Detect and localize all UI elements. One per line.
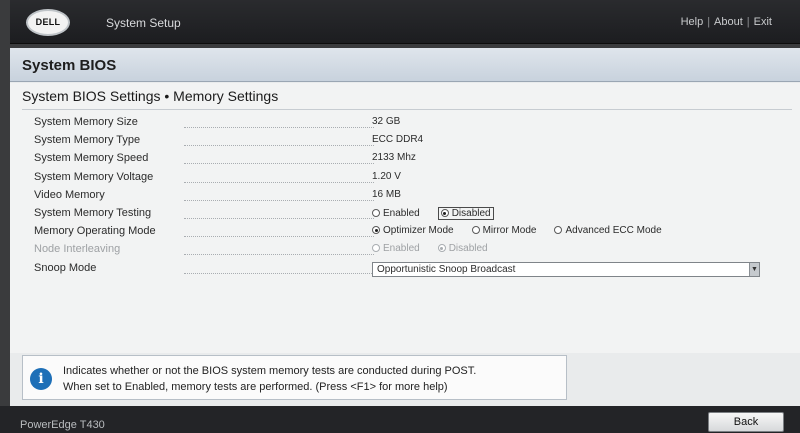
setting-value: 2133 Mhz: [372, 152, 416, 163]
setting-snoop-mode: Snoop Mode Opportunistic Snoop Broadcast…: [34, 262, 794, 279]
radio-optimizer-mode[interactable]: Optimizer Mode: [372, 225, 454, 236]
help-line: Indicates whether or not the BIOS system…: [63, 365, 477, 377]
radio-button-icon: [554, 226, 563, 234]
radio-advanced-ecc-mode[interactable]: Advanced ECC Mode: [554, 225, 662, 236]
app-title: System Setup: [106, 16, 181, 30]
setting-value: 32 GB: [372, 116, 401, 127]
footer-bar: PowerEdge T430 Back: [0, 406, 800, 433]
radio-label: Enabled: [383, 243, 420, 254]
leader-dots: [184, 200, 374, 201]
radio-group: Optimizer Mode Mirror Mode Advanced ECC Mo…: [372, 225, 680, 236]
exit-link[interactable]: Exit: [754, 16, 772, 28]
radio-button-icon: [471, 226, 480, 234]
radio-label: Enabled: [383, 208, 420, 219]
setting-memory-voltage: System Memory Voltage 1.20 V: [34, 171, 794, 188]
setting-label: Video Memory: [34, 189, 105, 201]
setting-memory-speed: System Memory Speed 2133 Mhz: [34, 152, 794, 169]
link-separator: |: [746, 16, 750, 28]
help-link[interactable]: Help: [681, 16, 704, 28]
dell-logo: DELL: [26, 9, 70, 36]
select-value: Opportunistic Snoop Broadcast: [377, 264, 516, 275]
radio-button-icon: [440, 209, 449, 217]
leader-dots: [184, 254, 374, 255]
radio-disabled[interactable]: Disabled: [437, 207, 494, 220]
top-links: Help | About | Exit: [681, 16, 772, 28]
setting-label: Node Interleaving: [34, 243, 121, 255]
setting-label: System Memory Type: [34, 134, 141, 146]
radio-button-icon: [372, 244, 380, 252]
setting-label: Memory Operating Mode: [34, 225, 156, 237]
radio-group: Enabled Disabled: [372, 207, 512, 220]
leader-dots: [184, 218, 374, 219]
setting-value: 16 MB: [372, 189, 401, 200]
settings-content: System BIOS Settings • Memory Settings S…: [10, 83, 800, 353]
radio-enabled: Enabled: [372, 243, 420, 254]
help-line: When set to Enabled, memory tests are pe…: [63, 381, 448, 393]
model-name: PowerEdge T430: [20, 419, 105, 431]
setting-memory-size: System Memory Size 32 GB: [34, 116, 794, 133]
main-panel: System BIOS System BIOS Settings • Memor…: [10, 48, 800, 406]
chevron-down-icon[interactable]: ▼: [749, 263, 759, 276]
leader-dots: [184, 145, 374, 146]
section-title: System BIOS Settings • Memory Settings: [22, 88, 792, 110]
radio-label: Optimizer Mode: [383, 225, 454, 236]
radio-label: Disabled: [448, 243, 488, 254]
setting-value: 1.20 V: [372, 171, 401, 182]
setting-label: System Memory Voltage: [34, 171, 154, 183]
setting-label: System Memory Speed: [34, 152, 149, 164]
leader-dots: [184, 182, 374, 183]
radio-button-icon: [437, 244, 446, 252]
leader-dots: [184, 127, 374, 128]
radio-enabled[interactable]: Enabled: [372, 208, 420, 219]
help-text: Indicates whether or not the BIOS system…: [63, 363, 476, 395]
info-icon: i: [30, 368, 52, 390]
panel-title: System BIOS: [10, 48, 800, 82]
leader-dots: [184, 273, 374, 274]
leader-dots: [184, 236, 374, 237]
setting-operating-mode: Memory Operating Mode Optimizer Mode Mirr…: [34, 225, 794, 242]
about-link[interactable]: About: [714, 16, 743, 28]
radio-disabled: Disabled: [437, 243, 488, 254]
help-box: i Indicates whether or not the BIOS syst…: [22, 355, 567, 400]
setting-label: System Memory Testing: [34, 207, 152, 219]
radio-button-icon: [372, 209, 380, 217]
radio-label: Mirror Mode: [482, 225, 537, 236]
setting-value: ECC DDR4: [372, 134, 424, 145]
leader-dots: [184, 163, 374, 164]
radio-label: Advanced ECC Mode: [565, 225, 662, 236]
setting-memory-testing: System Memory Testing Enabled Disabled: [34, 207, 794, 224]
top-bar: DELL System Setup Help | About | Exit: [10, 0, 800, 44]
snoop-mode-select[interactable]: Opportunistic Snoop Broadcast ▼: [372, 262, 760, 277]
radio-button-icon: [372, 226, 380, 234]
setting-node-interleaving: Node Interleaving Enabled Disabled: [34, 243, 794, 260]
setting-video-memory: Video Memory 16 MB: [34, 189, 794, 206]
setting-label: System Memory Size: [34, 116, 138, 128]
radio-group: Enabled Disabled: [372, 243, 506, 254]
back-button[interactable]: Back: [708, 412, 784, 432]
setting-label: Snoop Mode: [34, 262, 97, 274]
radio-label: Disabled: [451, 208, 491, 219]
link-separator: |: [707, 16, 711, 28]
setting-memory-type: System Memory Type ECC DDR4: [34, 134, 794, 151]
radio-mirror-mode[interactable]: Mirror Mode: [471, 225, 537, 236]
